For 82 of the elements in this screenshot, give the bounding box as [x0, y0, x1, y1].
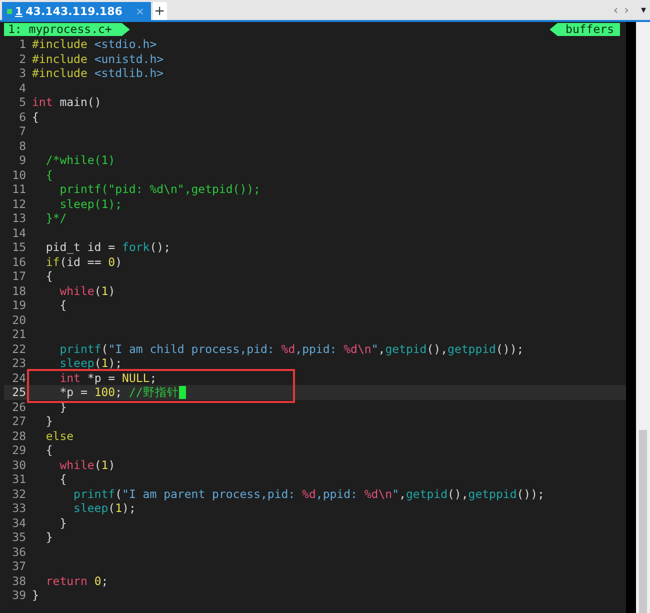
line-number: 4 [18, 80, 26, 95]
buffers-label: buffers [550, 23, 620, 36]
line-number: 33 [11, 501, 26, 516]
code-line: if(id == 0) [44, 254, 122, 269]
line-number: 23 [11, 356, 26, 370]
line-number: 21 [11, 327, 26, 342]
line-number: 26 [11, 400, 26, 414]
code-line: int main() [32, 95, 102, 110]
code-line: } [44, 414, 53, 428]
code-line: else [44, 428, 74, 443]
code-line: { [58, 298, 67, 312]
code-line: { [58, 472, 67, 486]
line-number: 37 [11, 559, 26, 574]
code-line: while(1) [58, 458, 116, 472]
line-number: 10 [11, 168, 26, 182]
code-line: #include <unistd.h> [32, 52, 164, 66]
line-number: 14 [11, 226, 26, 240]
line-number: 39 [11, 588, 26, 602]
line-number: 29 [11, 443, 26, 458]
line-number: 11 [11, 182, 26, 196]
line-number: 6 [18, 110, 26, 124]
line-number: 1 [18, 37, 26, 52]
code-line: *p = 100; //野指针 [58, 385, 179, 400]
line-number: 31 [11, 472, 26, 486]
line-number: 9 [18, 153, 26, 168]
code-line: int *p = NULL; [58, 370, 157, 385]
line-number: 38 [11, 574, 26, 588]
code-line: }*/ [44, 211, 67, 226]
line-number: 32 [11, 486, 26, 501]
line-number: 3 [18, 66, 26, 80]
line-number: 15 [11, 240, 26, 254]
line-number: 19 [11, 298, 26, 312]
text-cursor [178, 386, 186, 399]
code-line: { [32, 110, 39, 124]
line-number: 7 [18, 124, 26, 138]
line-number: 27 [11, 414, 26, 428]
line-number: 16 [11, 254, 26, 269]
line-number: 24 [11, 370, 26, 385]
tab-menu-button[interactable]: ▾ [640, 4, 646, 16]
code-line: { [44, 168, 53, 182]
line-number: 22 [11, 342, 26, 356]
line-number: 35 [11, 530, 26, 544]
code-line: /*while(1) [44, 153, 116, 168]
tab-title: 43.143.119.186 [26, 4, 122, 18]
close-icon[interactable]: × [135, 4, 145, 18]
code-line: } [32, 588, 39, 602]
prev-tab-button[interactable]: ‹ [613, 3, 618, 17]
line-number: 28 [11, 428, 26, 443]
line-number: 25 [11, 385, 26, 400]
next-tab-button[interactable]: › [624, 3, 629, 17]
scrollbar-thumb[interactable] [639, 430, 647, 613]
code-line: printf("I am parent process,pid: %d,ppid: %d\n",getpid(),getppid()); [72, 486, 544, 501]
line-number: 12 [11, 196, 26, 211]
new-tab-button[interactable]: + [152, 2, 167, 20]
line-number: 34 [11, 516, 26, 530]
session-tab[interactable]: 1 43.143.119.186 × [2, 2, 151, 20]
code-line: return 0; [44, 574, 108, 588]
code-line: } [58, 516, 67, 530]
code-line: printf("I am child process,pid: %d,ppid: %d\n",getpid(),getppid()); [58, 342, 524, 356]
line-number: 8 [18, 138, 26, 153]
code-line: #include <stdio.h> [32, 37, 157, 52]
line-number: 5 [18, 95, 26, 110]
code-line: sleep(1); [58, 356, 122, 370]
file-name-label: 1: myprocess.c+ [4, 23, 130, 36]
tab-number: 1 [15, 4, 23, 18]
line-number: 18 [11, 284, 26, 298]
code-line: while(1) [58, 284, 116, 298]
code-line: sleep(1); [72, 501, 136, 516]
line-number: 13 [11, 211, 26, 226]
line-number: 36 [11, 544, 26, 559]
code-line: { [44, 269, 53, 284]
scrollbar[interactable] [636, 22, 650, 613]
code-line: { [44, 443, 53, 458]
code-line: #include <stdlib.h> [32, 66, 164, 80]
code-line: pid_t id = fork(); [44, 240, 170, 254]
code-line: sleep(1); [58, 196, 122, 211]
code-line: printf("pid: %d\n",getpid()); [58, 182, 260, 196]
code-line: } [44, 530, 53, 544]
line-number: 17 [11, 269, 26, 284]
line-number: 2 [18, 52, 26, 66]
line-number: 20 [11, 312, 26, 327]
line-number: 30 [11, 458, 26, 472]
